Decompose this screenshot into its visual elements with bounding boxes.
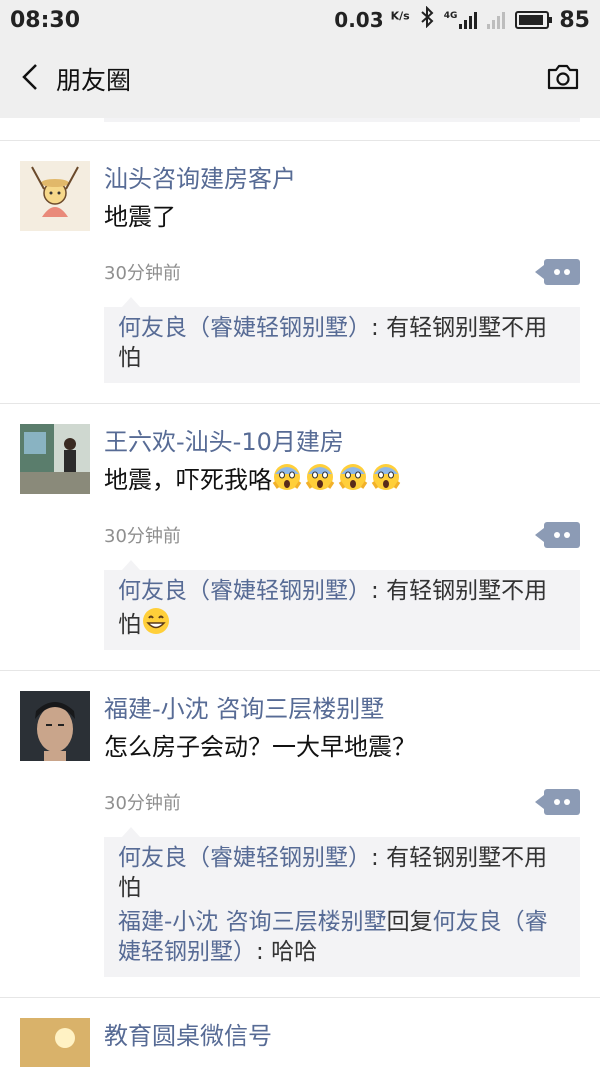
signal-2-icon	[487, 11, 506, 29]
more-button[interactable]	[535, 259, 580, 285]
avatar[interactable]	[20, 1018, 90, 1067]
post-author[interactable]: 王六欢-汕头-10月建房	[104, 426, 580, 458]
comment-author[interactable]: 何友良（睿婕轻钢别墅）	[118, 315, 371, 341]
post: 王六欢-汕头-10月建房 地震，吓死我咯 30分钟前 何友良（睿婕轻钢别墅）: …	[0, 404, 600, 670]
post-text: 地震，吓死我咯	[104, 462, 580, 498]
comment-box: 何友良（睿婕轻钢别墅）: 有轻钢别墅不用怕	[104, 560, 580, 650]
post-author[interactable]: 汕头咨询建房客户	[104, 163, 580, 195]
comment-box: 何友良（睿婕轻钢别墅）: 有轻钢别墅不用怕 福建-小沈 咨询三层楼别墅回复何友良…	[104, 827, 580, 977]
network-speed: 0.03 K/s	[334, 8, 410, 32]
nav-bar: 朋友圈	[0, 40, 600, 118]
camera-button[interactable]	[546, 63, 580, 95]
post-text: 地震了	[104, 203, 176, 231]
chevron-left-icon	[22, 64, 37, 90]
scream-emoji	[371, 464, 401, 490]
avatar[interactable]	[20, 691, 90, 761]
scream-emoji	[272, 464, 302, 490]
avatar[interactable]	[20, 424, 90, 494]
comment-item[interactable]: 何友良（睿婕轻钢别墅）: 有轻钢别墅不用怕	[118, 843, 566, 903]
avatar[interactable]	[20, 161, 90, 231]
post-author[interactable]: 福建-小沈 咨询三层楼别墅	[104, 693, 580, 725]
scream-emoji	[305, 464, 335, 490]
comment-box: 何友良（睿婕轻钢别墅）: 有轻钢别墅不用怕	[104, 297, 580, 383]
post: 汕头咨询建房客户 地震了 30分钟前 何友良（睿婕轻钢别墅）: 有轻钢别墅不用怕	[0, 141, 600, 403]
status-time: 08:30	[10, 7, 81, 33]
signal-icon: 4G	[444, 11, 478, 29]
post-text: 怎么房子会动？一大早地震？	[104, 733, 416, 761]
grin-emoji	[143, 608, 169, 634]
status-bar: 08:30 0.03 K/s 4G 85	[0, 0, 600, 40]
post-time: 30分钟前	[104, 793, 181, 814]
moments-feed: 汕头咨询建房客户 地震了 30分钟前 何友良（睿婕轻钢别墅）: 有轻钢别墅不用怕	[0, 118, 600, 1067]
comment-author[interactable]: 何友良（睿婕轻钢别墅）	[118, 845, 371, 871]
comment-item[interactable]: 何友良（睿婕轻钢别墅）: 有轻钢别墅不用怕	[118, 576, 566, 640]
comment-text: 哈哈	[271, 939, 318, 965]
battery-level: 85	[559, 7, 590, 33]
bluetooth-icon	[420, 5, 434, 34]
post: 福建-小沈 咨询三层楼别墅 怎么房子会动？一大早地震？ 30分钟前 何友良（睿婕…	[0, 671, 600, 997]
post: 教育圆桌微信号	[0, 998, 600, 1067]
more-button[interactable]	[535, 789, 580, 815]
scream-emoji	[338, 464, 368, 490]
comment-author[interactable]: 福建-小沈 咨询三层楼别墅	[118, 909, 387, 935]
previous-post-tail	[0, 118, 600, 140]
post-time: 30分钟前	[104, 263, 181, 284]
battery-icon	[515, 11, 553, 29]
post-author[interactable]: 教育圆桌微信号	[104, 1020, 580, 1052]
camera-icon	[547, 64, 579, 90]
back-button[interactable]	[20, 62, 40, 96]
more-button[interactable]	[535, 522, 580, 548]
page-title: 朋友圈	[56, 66, 132, 95]
comment-author[interactable]: 何友良（睿婕轻钢别墅）	[118, 578, 371, 604]
comment-item[interactable]: 福建-小沈 咨询三层楼别墅回复何友良（睿婕轻钢别墅）: 哈哈	[118, 907, 566, 967]
post-time: 30分钟前	[104, 526, 181, 547]
comment-item[interactable]: 何友良（睿婕轻钢别墅）: 有轻钢别墅不用怕	[118, 313, 566, 373]
